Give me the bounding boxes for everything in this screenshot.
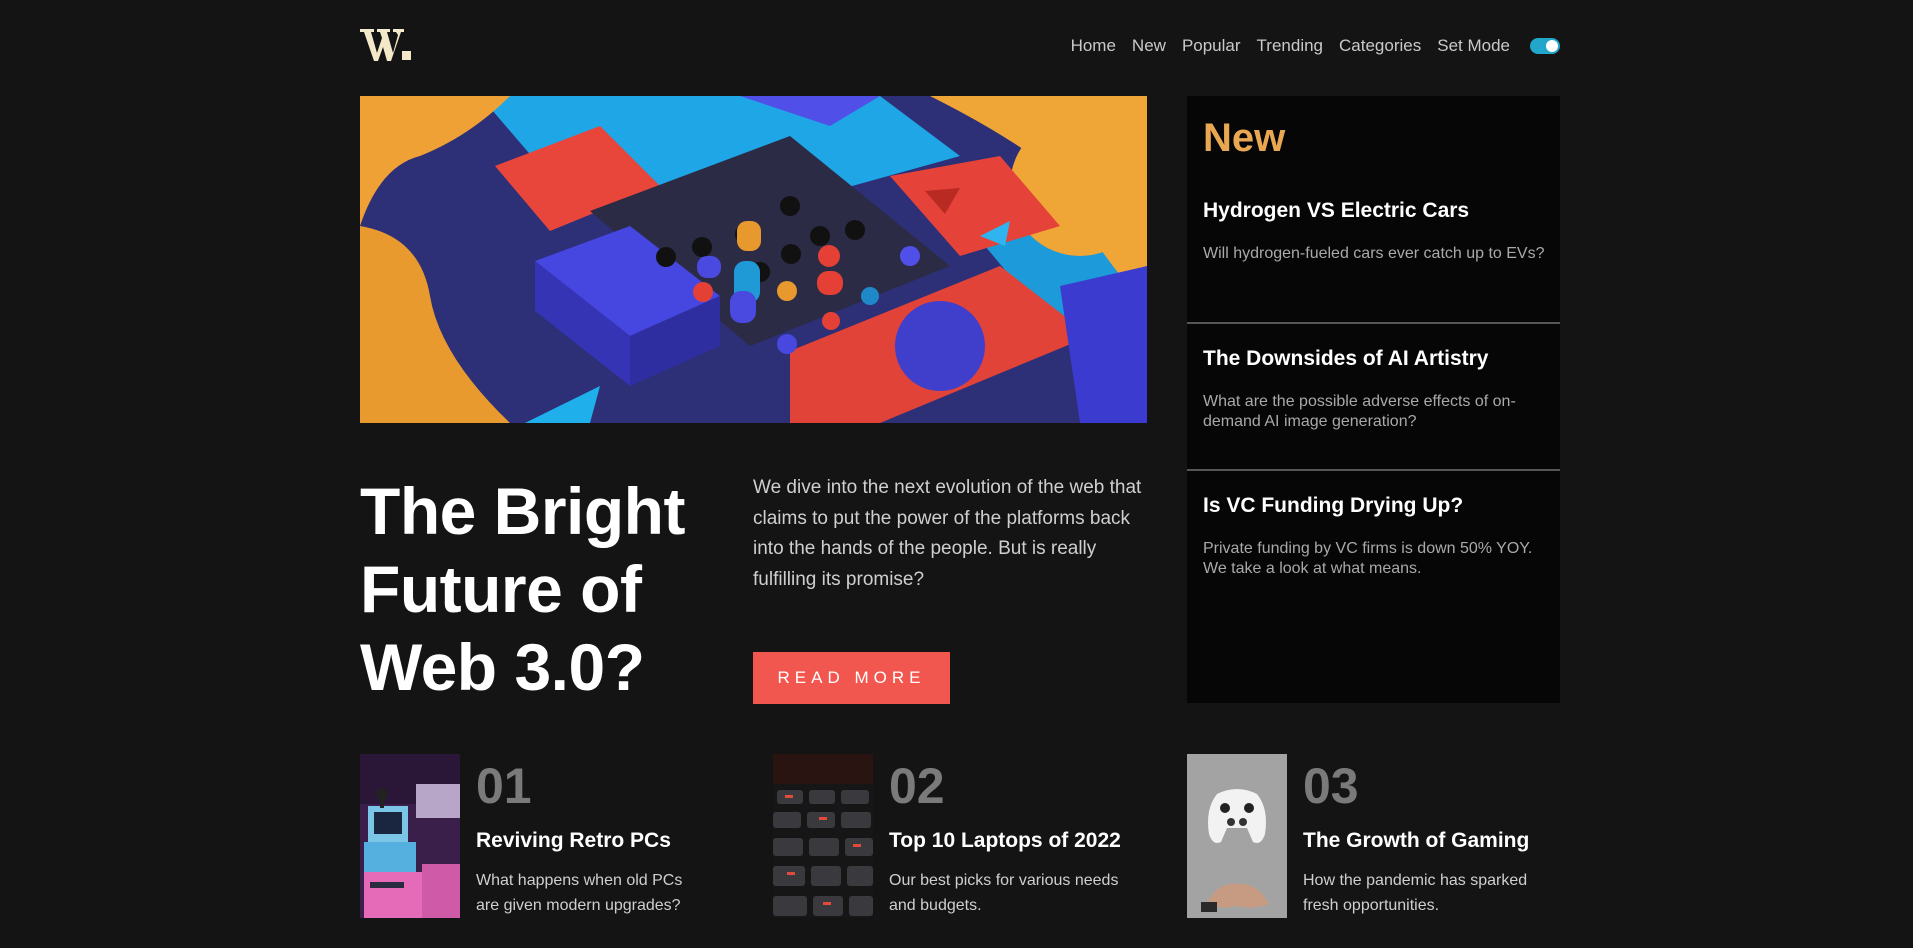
nav-new[interactable]: New: [1132, 36, 1166, 56]
toggle-knob: [1546, 40, 1558, 52]
new-item-desc: What are the possible adverse effects of…: [1203, 393, 1516, 430]
card-desc: How the pandemic has sparked fresh oppor…: [1303, 872, 1528, 914]
new-item-title[interactable]: Is VC Funding Drying Up?: [1203, 493, 1548, 519]
laptop-keyboard-thumbnail[interactable]: [773, 754, 873, 918]
hero-title: The Bright Future of Web 3.0?: [360, 474, 685, 704]
card-desc: What happens when old PCs are given mode…: [476, 872, 683, 914]
card-title[interactable]: Reviving Retro PCs: [476, 828, 671, 854]
card-number: 02: [889, 758, 945, 814]
divider: [1187, 322, 1560, 324]
page: Home New Popular Trending Categories Set…: [360, 0, 1560, 948]
new-articles-panel: New Hydrogen VS Electric Cars Will hydro…: [1187, 96, 1560, 703]
card-title[interactable]: Top 10 Laptops of 2022: [889, 828, 1121, 854]
nav-popular[interactable]: Popular: [1182, 36, 1241, 56]
new-item: Is VC Funding Drying Up? Private funding…: [1203, 493, 1548, 579]
nav-categories[interactable]: Categories: [1339, 36, 1421, 56]
read-more-button[interactable]: Read more: [753, 652, 950, 704]
gamepad-thumbnail[interactable]: [1187, 754, 1287, 918]
hero-blurb: We dive into the next evolution of the w…: [753, 477, 1142, 590]
divider: [1187, 469, 1560, 471]
card-number: 01: [476, 758, 532, 814]
site-logo[interactable]: [360, 26, 412, 62]
nav-home[interactable]: Home: [1071, 36, 1116, 56]
new-panel-heading: New: [1203, 116, 1286, 160]
hero-image: [360, 96, 1147, 423]
retro-pc-image: [360, 754, 460, 918]
nav-set-mode[interactable]: Set Mode: [1437, 36, 1510, 56]
card-desc: Our best picks for various needs and bud…: [889, 872, 1119, 914]
new-item-desc: Will hydrogen-fueled cars ever catch up …: [1203, 245, 1545, 262]
nav-trending[interactable]: Trending: [1257, 36, 1323, 56]
new-item-desc: Private funding by VC firms is down 50% …: [1203, 540, 1533, 577]
card-number: 03: [1303, 758, 1359, 814]
article-card: 02 Top 10 Laptops of 2022 Our best picks…: [773, 754, 1153, 918]
mode-toggle[interactable]: [1530, 38, 1560, 54]
main-nav: Home New Popular Trending Categories Set…: [1071, 36, 1560, 56]
gamepad-image: [1187, 754, 1287, 918]
article-card: 03 The Growth of Gaming How the pandemic…: [1187, 754, 1567, 918]
new-item-title[interactable]: The Downsides of AI Artistry: [1203, 346, 1548, 372]
new-item: Hydrogen VS Electric Cars Will hydrogen-…: [1203, 198, 1548, 264]
retro-pc-thumbnail[interactable]: [360, 754, 460, 918]
new-item-title[interactable]: Hydrogen VS Electric Cars: [1203, 198, 1548, 224]
card-title[interactable]: The Growth of Gaming: [1303, 828, 1529, 854]
abstract-blocks-illustration: [360, 96, 1147, 423]
logo-mark-icon: [360, 29, 411, 61]
article-card: 01 Reviving Retro PCs What happens when …: [360, 754, 740, 918]
keyboard-image: [773, 754, 873, 918]
new-item: The Downsides of AI Artistry What are th…: [1203, 346, 1548, 432]
